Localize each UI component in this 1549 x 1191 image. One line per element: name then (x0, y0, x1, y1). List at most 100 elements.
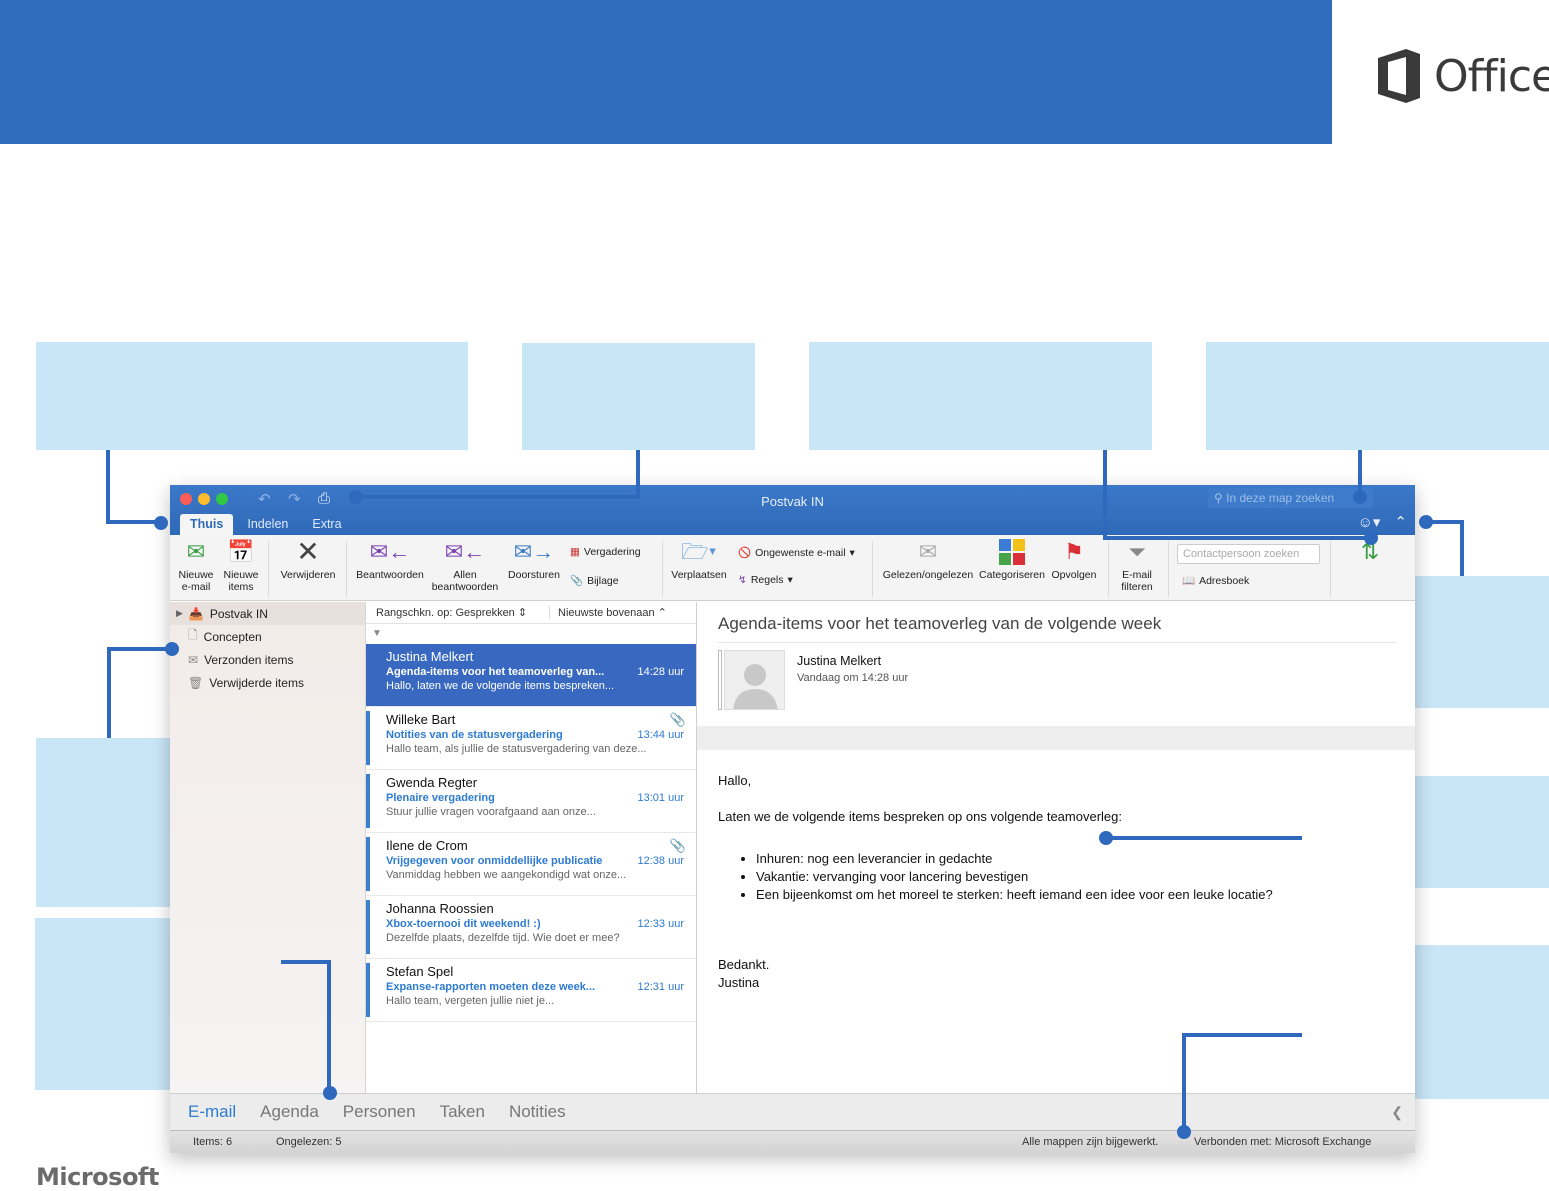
connector-line (1182, 1033, 1186, 1131)
follow-up-button[interactable]: ⚑ Opvolgen (1048, 535, 1100, 582)
sent-icon: ✉ (188, 652, 199, 667)
reply-button[interactable]: ✉← Beantwoorden (354, 535, 426, 582)
message-item[interactable]: Ilene de Crom Vrijgegeven voor onmiddelli… (366, 833, 696, 896)
forward-button[interactable]: ✉→ Doorsturen (504, 535, 564, 582)
microsoft-wordmark: Microsoft (36, 1163, 159, 1191)
connector-dot (1177, 1125, 1191, 1139)
connector-dot (1353, 490, 1367, 504)
connector-line (1182, 1033, 1302, 1037)
message-preview: Vanmiddag hebben we aangekondigd wat onz… (386, 869, 627, 881)
tab-thuis[interactable]: Thuis (180, 514, 234, 535)
new-items-button[interactable]: 📅 Nieuwe items (220, 535, 262, 594)
ribbon-separator (268, 541, 269, 597)
office-wordmark: Office (1434, 50, 1549, 102)
sender-avatar[interactable] (724, 650, 785, 710)
message-time: 12:38 uur (637, 855, 684, 867)
ribbon-separator (872, 541, 873, 597)
ribbon-separator (1108, 541, 1109, 597)
group-collapse-arrow[interactable]: ▼ (366, 624, 696, 644)
read-unread-button[interactable]: ✉ Gelezen/ongelezen (878, 535, 978, 582)
folder-verwijderde-items[interactable]: 🗑 Verwijderde items (170, 671, 365, 694)
tab-indelen[interactable]: Indelen (237, 514, 298, 535)
rules-icon: ↯ (738, 574, 747, 586)
message-sender: Justina Melkert (386, 649, 474, 664)
outlook-window: ↶ ↷ ⎙ Postvak IN ⚲ In deze map zoeken Th… (170, 485, 1415, 1153)
message-preview: Stuur jullie vragen voorafgaand aan onze… (386, 806, 596, 818)
delete-button[interactable]: ✕ Verwijderen (276, 535, 340, 582)
sort-by-dropdown[interactable]: Rangschkn. op: Gesprekken ⇕ (366, 606, 550, 619)
message-item[interactable]: Stefan Spel Expanse-rapporten moeten deze… (366, 959, 696, 1022)
folder-search-input[interactable]: ⚲ In deze map zoeken (1208, 488, 1373, 508)
junk-email-button[interactable]: 🚫 Ongewenste e-mail ▾ (738, 546, 855, 560)
dropdown-arrow-icon: ▾ (787, 574, 793, 586)
message-subject-line: Agenda-items voor het teamoverleg van... (386, 666, 605, 678)
avatar-side-bar (718, 650, 722, 710)
status-items: Items: 6 (193, 1136, 233, 1148)
folder-postvak-in[interactable]: ▶ 📥 Postvak IN (170, 602, 365, 625)
dropdown-arrow-icon: ▾ (849, 546, 855, 559)
sender-name[interactable]: Justina Melkert (797, 654, 881, 668)
trash-icon: 🗑 (188, 675, 204, 690)
nav-agenda[interactable]: Agenda (260, 1102, 319, 1122)
body-bullet-list: Inhuren: nog een leverancier in gedachte… (756, 850, 1273, 904)
connector-line (106, 450, 110, 524)
callout-quick-access (522, 343, 755, 450)
sort-order-dropdown[interactable]: Nieuwste bovenaan ⌃ (550, 606, 667, 619)
nav-personen[interactable]: Personen (343, 1102, 416, 1122)
envelope-icon: ✉ (918, 539, 938, 564)
nav-taken[interactable]: Taken (440, 1102, 485, 1122)
ribbon-separator (1168, 541, 1169, 597)
feedback-smiley-icon[interactable]: ☺▾ (1358, 513, 1381, 531)
rules-button[interactable]: ↯ Regels ▾ (738, 574, 793, 586)
meeting-button[interactable]: ▦ Vergadering (570, 546, 641, 558)
new-email-button[interactable]: ✉ Nieuwe e-mail (176, 535, 216, 594)
message-item[interactable]: Johanna Roossien Xbox-toernooi dit weeken… (366, 896, 696, 959)
reply-all-button[interactable]: ✉← Allen beantwoorden (428, 535, 502, 594)
title-right-icons: ☺▾ ⌃ (1358, 513, 1407, 531)
categorize-button[interactable]: Categoriseren (978, 535, 1046, 581)
attachment-icon: 📎 (570, 575, 584, 587)
sort-bar: Rangschkn. op: Gesprekken ⇕ Nieuwste bov… (366, 602, 696, 624)
message-items: Justina Melkert Agenda-items voor het tea… (366, 644, 696, 1022)
move-button[interactable]: 🗁▾ Verplaatsen (668, 535, 730, 582)
message-subject-line: Vrijgegeven voor onmiddellijke publicati… (386, 855, 603, 867)
message-item[interactable]: Willeke Bart Notities van de statusvergad… (366, 707, 696, 770)
connector-line (356, 495, 640, 499)
body-signature: Justina (718, 975, 760, 990)
address-book-button[interactable]: 📖 Adresboek (1182, 574, 1249, 588)
collapse-ribbon-icon[interactable]: ⌃ (1394, 513, 1407, 531)
connector-dot (1419, 515, 1433, 529)
message-item[interactable]: Gwenda Regter Plenaire vergadering 13:01 u… (366, 770, 696, 833)
folder-concepten[interactable]: 🗋 Concepten (170, 625, 365, 648)
contact-search-input[interactable]: Contactpersoon zoeken (1177, 544, 1320, 564)
connector-dot (323, 1086, 337, 1100)
chevron-left-icon[interactable]: ❮ (1391, 1104, 1403, 1121)
forward-icon: ✉→ (513, 539, 555, 564)
meeting-calendar-icon: ▦ (570, 546, 580, 558)
filter-email-button[interactable]: ⏷ E-mail filteren (1114, 535, 1160, 594)
body-bullet: Vakantie: vervanging voor lancering beve… (756, 868, 1273, 886)
connector-dot (1099, 831, 1113, 845)
header-band (697, 726, 1415, 750)
message-subject-line: Expanse-rapporten moeten deze week... (386, 981, 596, 993)
tab-extra[interactable]: Extra (302, 514, 351, 535)
callout-folder-search (1206, 342, 1549, 450)
message-time: 13:01 uur (637, 792, 684, 804)
message-sender: Ilene de Crom (386, 838, 468, 853)
header-divider (718, 642, 1397, 643)
expand-arrow-icon[interactable]: ▶ (176, 608, 183, 619)
message-time: 14:28 uur (637, 666, 684, 678)
message-preview: Dezelfde plaats, dezelfde tijd. Wie doet… (386, 932, 620, 944)
folder-verzonden-items[interactable]: ✉ Verzonden items (170, 648, 365, 671)
connector-line (107, 647, 171, 651)
sent-time: Vandaag om 14:28 uur (797, 672, 909, 684)
nav-email[interactable]: E-mail (188, 1102, 236, 1122)
attachment-button[interactable]: 📎 Bijlage (570, 574, 619, 588)
message-body: Hallo, Laten we de volgende items bespre… (718, 772, 1273, 992)
message-time: 12:31 uur (637, 981, 684, 993)
search-icon: ⚲ (1214, 491, 1223, 505)
connector-line (636, 450, 640, 497)
new-email-icon: ✉ (186, 539, 206, 564)
nav-notities[interactable]: Notities (509, 1102, 566, 1122)
message-item[interactable]: Justina Melkert Agenda-items voor het tea… (366, 644, 696, 707)
